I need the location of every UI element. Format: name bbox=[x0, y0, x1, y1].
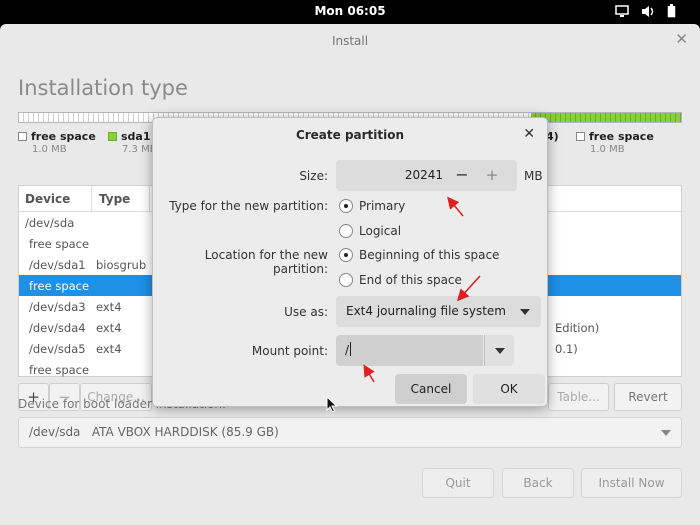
text-caret bbox=[350, 342, 352, 356]
location-beginning-label: Beginning of this space bbox=[359, 248, 500, 262]
size-decrement-button[interactable]: − bbox=[448, 163, 476, 188]
legend-free-space-left: free space 1.0 MB bbox=[18, 130, 96, 155]
size-input[interactable]: 20241 bbox=[336, 168, 443, 182]
use-as-value: Ext4 journaling file system bbox=[346, 304, 506, 318]
row-system: 0.1) bbox=[555, 342, 578, 356]
size-stepper[interactable]: 20241 − + bbox=[336, 160, 517, 191]
chevron-down-icon bbox=[495, 348, 505, 354]
chevron-down-icon bbox=[661, 430, 671, 436]
row-device: /dev/sda4 bbox=[29, 321, 86, 335]
row-device: free space bbox=[29, 237, 90, 251]
legend-swatch bbox=[18, 132, 27, 141]
row-type: biosgrub bbox=[96, 258, 147, 272]
dialog-title: Create partition bbox=[295, 128, 405, 142]
chevron-down-icon bbox=[520, 309, 530, 315]
partition-type-label: Type for the new partition: bbox=[169, 199, 328, 213]
install-now-button[interactable]: Install Now bbox=[581, 468, 682, 498]
row-device: /dev/sda3 bbox=[29, 300, 86, 314]
top-bar: Mon 06:05 bbox=[0, 0, 700, 24]
legend-label: sda1 bbox=[121, 130, 151, 143]
mount-point-label: Mount point: bbox=[251, 344, 328, 358]
boot-device: /dev/sda bbox=[29, 425, 81, 439]
column-header-type[interactable]: Type bbox=[99, 192, 130, 206]
type-primary-label: Primary bbox=[359, 199, 406, 213]
location-beginning-radio[interactable]: Beginning of this space bbox=[339, 248, 499, 262]
legend-swatch bbox=[108, 132, 117, 141]
boot-loader-select[interactable]: /dev/sda ATA VBOX HARDDISK (85.9 GB) bbox=[18, 417, 682, 448]
radio-selected-indicator bbox=[339, 248, 353, 262]
row-system: Edition) bbox=[555, 321, 600, 335]
battery-icon[interactable] bbox=[667, 4, 676, 18]
legend-size: 1.0 MB bbox=[590, 144, 625, 155]
legend-size: 1.0 MB bbox=[32, 144, 67, 155]
radio-indicator bbox=[339, 273, 353, 287]
mouse-cursor-icon bbox=[326, 396, 338, 413]
page-title: Installation type bbox=[18, 76, 188, 100]
mount-point-input[interactable]: / bbox=[336, 335, 483, 366]
use-as-label: Use as: bbox=[284, 305, 328, 319]
column-divider bbox=[149, 186, 150, 212]
clock[interactable]: Mon 06:05 bbox=[0, 4, 700, 18]
column-divider bbox=[91, 186, 92, 212]
radio-indicator bbox=[339, 224, 353, 238]
mount-point-dropdown-button[interactable] bbox=[484, 335, 514, 366]
dialog-close-button[interactable]: ✕ bbox=[523, 126, 535, 142]
size-unit: MB bbox=[524, 169, 543, 183]
cancel-button[interactable]: Cancel bbox=[395, 374, 467, 404]
location-end-label: End of this space bbox=[359, 273, 462, 287]
row-type: ext4 bbox=[96, 321, 122, 335]
system-tray[interactable] bbox=[615, 4, 676, 18]
create-partition-dialog: Create partition ✕ Size: 20241 − + MB Ty… bbox=[152, 117, 548, 407]
row-device: /dev/sda bbox=[25, 216, 75, 230]
location-end-radio[interactable]: End of this space bbox=[339, 273, 462, 287]
row-device: free space bbox=[29, 363, 90, 377]
quit-button[interactable]: Quit bbox=[422, 468, 494, 498]
mount-point-value: / bbox=[345, 343, 350, 357]
legend-sda1: sda1 7.3 MB bbox=[108, 130, 157, 155]
column-header-device[interactable]: Device bbox=[25, 192, 70, 206]
type-primary-radio[interactable]: Primary bbox=[339, 199, 405, 213]
ok-button[interactable]: OK bbox=[473, 374, 545, 404]
partition-bar-sda1 bbox=[531, 113, 681, 122]
row-device: free space bbox=[29, 279, 90, 293]
row-type: ext4 bbox=[96, 300, 122, 314]
legend-label: free space bbox=[31, 130, 96, 143]
location-label: Location for the new partition: bbox=[204, 248, 328, 276]
legend-swatch bbox=[576, 132, 585, 141]
new-partition-table-button[interactable]: Table... bbox=[548, 383, 609, 411]
revert-button[interactable]: Revert bbox=[614, 383, 682, 411]
type-logical-label: Logical bbox=[359, 224, 402, 238]
row-type: ext4 bbox=[96, 342, 122, 356]
size-label: Size: bbox=[299, 169, 328, 183]
screen-icon[interactable] bbox=[615, 4, 629, 18]
radio-selected-indicator bbox=[339, 199, 353, 213]
row-device: /dev/sda5 bbox=[29, 342, 86, 356]
type-logical-radio[interactable]: Logical bbox=[339, 224, 401, 238]
use-as-select[interactable]: Ext4 journaling file system bbox=[336, 296, 541, 327]
row-device: /dev/sda1 bbox=[29, 258, 86, 272]
legend-free-space-right: free space 1.0 MB bbox=[576, 130, 654, 155]
back-button[interactable]: Back bbox=[502, 468, 574, 498]
window-title: Install bbox=[331, 34, 369, 48]
legend-label: free space bbox=[589, 130, 654, 143]
window-close-button[interactable]: ✕ bbox=[675, 32, 688, 47]
size-increment-button[interactable]: + bbox=[478, 163, 506, 188]
boot-disk: ATA VBOX HARDDISK (85.9 GB) bbox=[91, 425, 279, 439]
volume-icon[interactable] bbox=[641, 5, 655, 18]
